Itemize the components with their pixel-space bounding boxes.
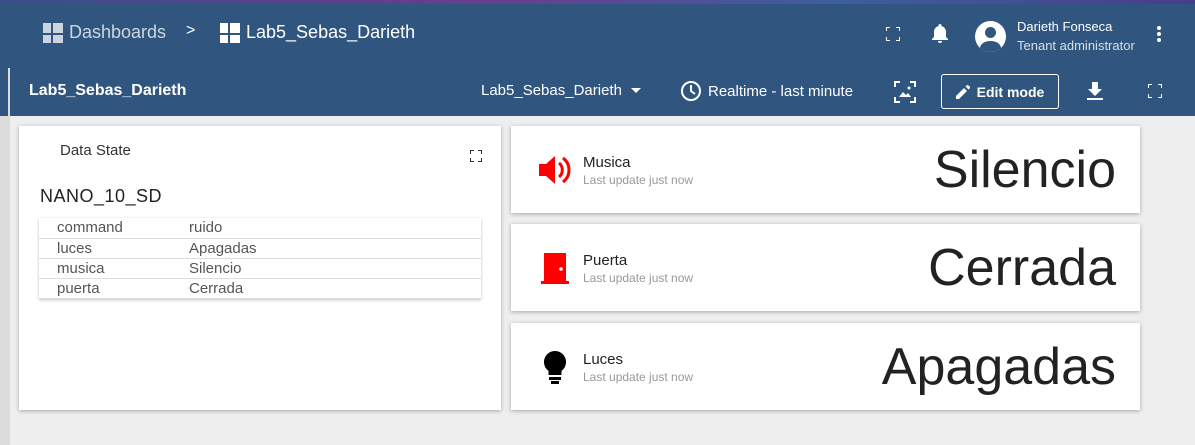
left-sidebar-stripe [0,68,10,445]
attribute-key: puerta [39,278,189,299]
fullscreen-icon[interactable] [884,25,902,43]
card-label: Musica [583,154,631,171]
table-row: puerta Cerrada [39,278,481,299]
attribute-key: luces [39,238,189,259]
timewindow-label: Realtime - last minute [708,82,854,100]
notifications-icon[interactable] [930,23,950,45]
table-row: command ruido [39,218,481,239]
attribute-value: Silencio [189,258,481,279]
card-value: Cerrada [928,239,1116,297]
breadcrumb-current-dashboard[interactable]: Lab5_Sebas_Darieth [220,22,415,43]
dashboard-select-value: Lab5_Sebas_Darieth [481,82,622,99]
widget-title: Data State [60,142,131,159]
top-toolbar: Dashboards > Lab5_Sebas_Darieth Darieth … [0,0,1195,68]
user-role: Tenant administrator [1017,38,1135,53]
card-value: Apagadas [881,338,1116,396]
edit-mode-button[interactable]: Edit mode [941,74,1059,109]
card-label: Luces [583,351,624,368]
attribute-key: musica [39,258,189,279]
widget-fullscreen-icon[interactable] [469,149,483,163]
lightbulb-icon [537,349,573,385]
table-row: musica Silencio [39,258,481,279]
more-vert-icon[interactable] [1152,24,1166,44]
dashboards-icon [43,22,63,43]
timewindow-selector[interactable]: Realtime - last minute [680,80,853,102]
dashboard-toolbar: Lab5_Sebas_Darieth Lab5_Sebas_Darieth Re… [10,68,1195,116]
dashboard-title: Lab5_Sebas_Darieth [29,82,187,99]
card-last-update: Last update just now [583,173,694,187]
top-gradient-strip [0,0,1195,4]
volume-up-icon [537,152,573,188]
clock-icon [681,81,701,101]
card-last-update: Last update just now [583,271,694,285]
data-state-widget: Data State NANO_10_SD command ruido luces… [19,126,501,410]
user-menu[interactable]: Darieth Fonseca Tenant administrator [975,17,1135,55]
image-export-icon[interactable] [894,81,916,103]
door-icon [537,250,573,286]
attributes-table: command ruido luces Apagadas musica Silenci… [39,218,481,299]
card-value: Silencio [933,141,1116,199]
card-last-update: Last update just now [583,370,694,384]
card-label: Puerta [583,252,628,269]
user-name: Darieth Fonseca [1017,19,1113,34]
table-row: luces Apagadas [39,238,481,259]
attribute-key: command [39,218,189,239]
download-icon[interactable] [1086,81,1104,101]
value-card-puerta: Puerta Last update just now Cerrada [511,224,1140,311]
account-icon [975,20,1006,52]
attribute-value: Apagadas [189,238,481,259]
dashboard-select[interactable]: Lab5_Sebas_Darieth [481,82,641,99]
pencil-icon [955,84,970,99]
dashboard-fullscreen-icon[interactable] [1146,82,1164,100]
device-name: NANO_10_SD [40,186,163,206]
value-card-luces: Luces Last update just now Apagadas [511,323,1140,410]
breadcrumb-dashboards[interactable]: Dashboards [43,22,166,43]
attribute-value: ruido [189,218,481,239]
breadcrumb-current-label: Lab5_Sebas_Darieth [246,22,416,42]
attribute-value: Cerrada [189,278,481,299]
dashboard-icon [220,22,240,43]
breadcrumb-separator: > [186,22,196,39]
value-card-musica: Musica Last update just now Silencio [511,126,1140,213]
breadcrumb-dashboards-label: Dashboards [69,22,167,42]
dropdown-arrow-icon [630,88,641,93]
edit-mode-label: Edit mode [976,83,1045,100]
